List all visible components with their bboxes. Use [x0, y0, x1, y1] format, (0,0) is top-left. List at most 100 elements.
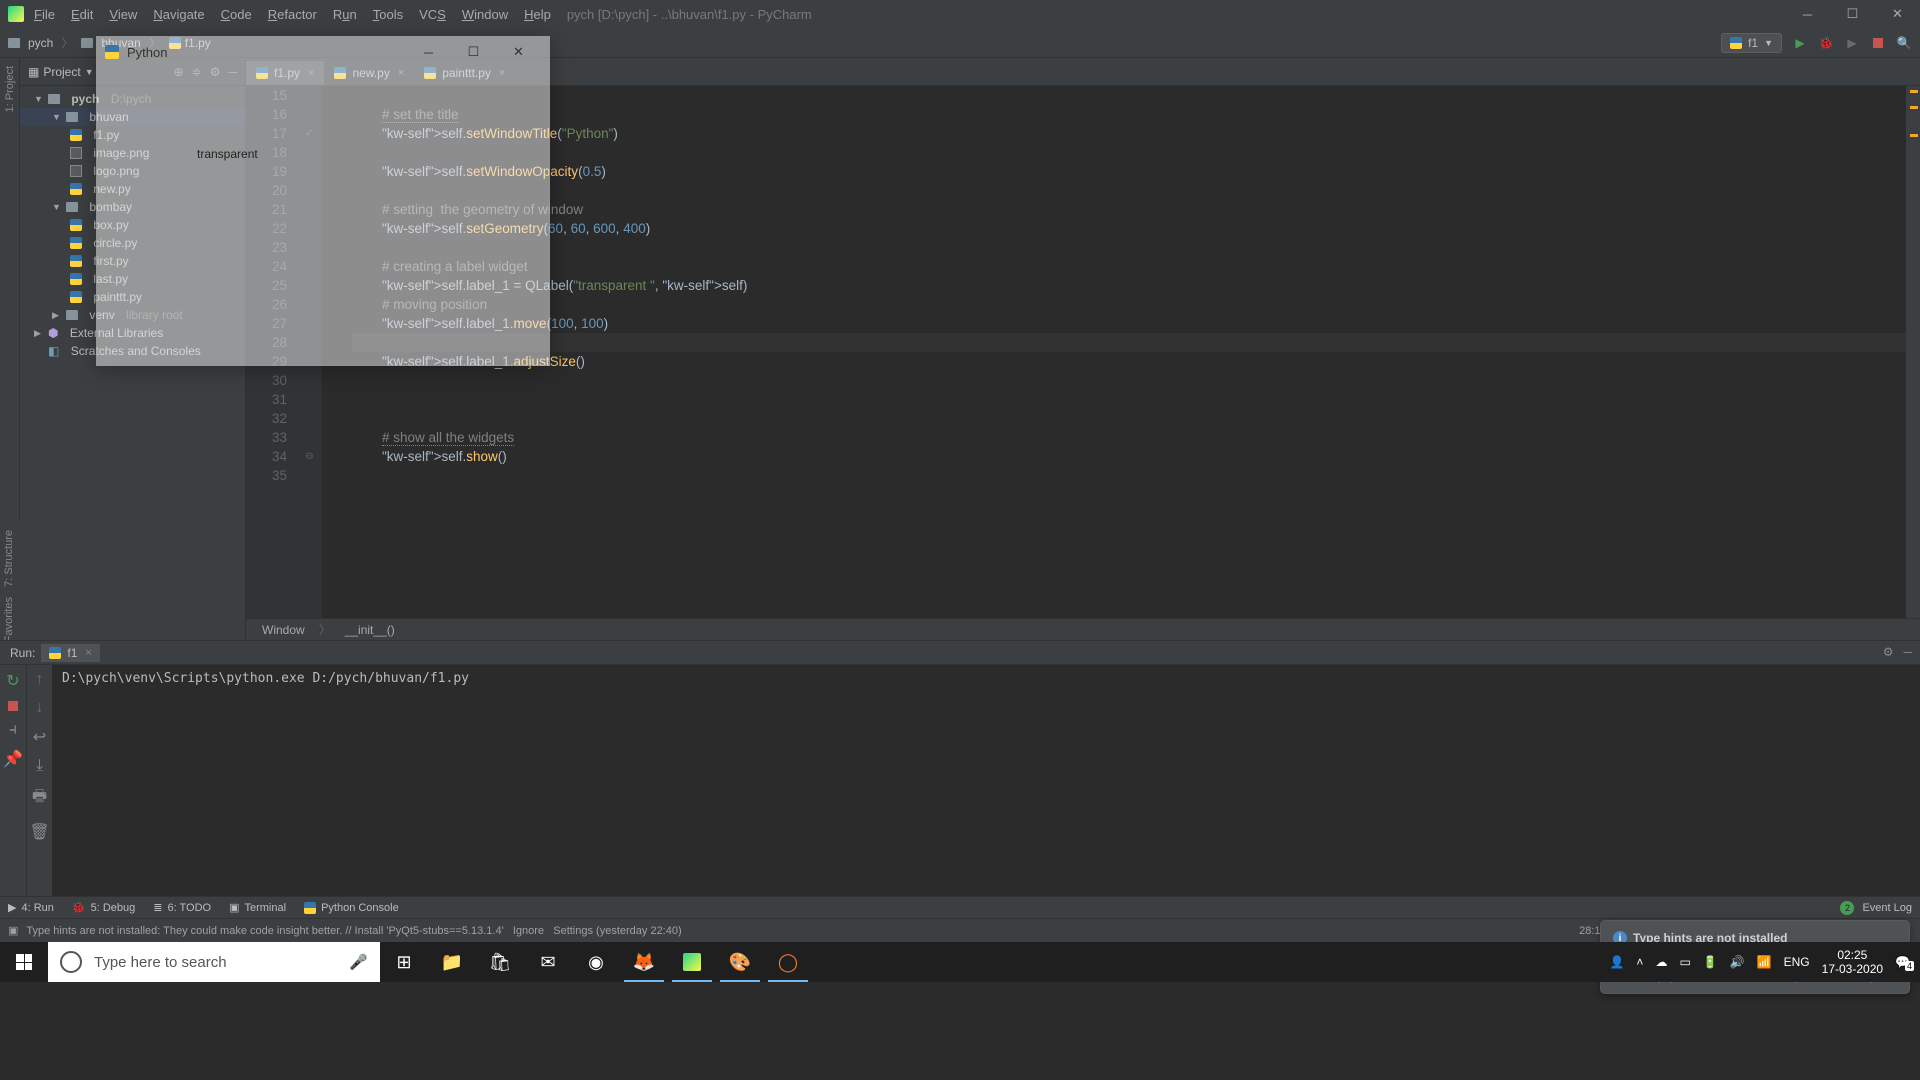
pyqt-minimize-button[interactable]: ─ [406, 38, 451, 66]
tray-chevron-icon[interactable]: ˄ [1636, 955, 1643, 969]
jupyter-icon[interactable]: ◯ [764, 942, 812, 982]
python-file-icon [49, 647, 61, 659]
ms-store-icon[interactable]: 🛍 [476, 942, 524, 982]
firefox-icon[interactable]: 🦊 [620, 942, 668, 982]
volume-icon[interactable]: 🔊 [1730, 955, 1745, 969]
predator-icon[interactable]: ◉ [572, 942, 620, 982]
run-panel: Run: f1 × ⚙ ─ ↻ ⫞ 📌 ↑ ↓ ↩ ⤓ 🖶 🗑 D:\pych\… [0, 640, 1920, 896]
tool-event-log[interactable]: Event Log [1862, 902, 1912, 914]
up-button[interactable]: ↑ [36, 671, 44, 689]
menu-navigate[interactable]: Navigate [153, 7, 204, 22]
pyqt-output-window[interactable]: Python ─ ☐ ✕ transparent [96, 36, 550, 366]
paint-icon[interactable]: 🎨 [716, 942, 764, 982]
taskbar-search[interactable]: Type here to search 🎤 [48, 942, 380, 982]
scroll-end-button[interactable]: ⤓ [36, 757, 43, 775]
mail-icon[interactable]: ✉ [524, 942, 572, 982]
hide-panel-icon[interactable]: ─ [1903, 645, 1912, 659]
menu-tools[interactable]: Tools [373, 7, 403, 22]
chevron-down-icon[interactable]: ▼ [85, 67, 94, 77]
run-config-selector[interactable]: f1 ▼ [1721, 33, 1782, 53]
soft-wrap-button[interactable]: ↩ [33, 727, 46, 747]
pycharm-taskbar-icon[interactable] [668, 942, 716, 982]
run-output[interactable]: D:\pych\venv\Scripts\python.exe D:/pych/… [52, 665, 1920, 896]
menu-view[interactable]: View [109, 7, 137, 22]
pyqt-maximize-button[interactable]: ☐ [451, 38, 496, 66]
event-log-badge: 2 [1840, 901, 1854, 915]
run-toolbar-2: ↑ ↓ ↩ ⤓ 🖶 🗑 [26, 665, 52, 896]
chevron-right-icon: 〉 [61, 34, 73, 51]
crumb-method[interactable]: __init__() [345, 623, 395, 637]
onedrive-icon[interactable]: ☁ [1655, 955, 1667, 969]
close-button[interactable]: ✕ [1875, 0, 1920, 28]
status-quick-access-icon[interactable]: ▣ [8, 924, 18, 937]
taskbar-clock[interactable]: 02:25 17-03-2020 [1822, 948, 1883, 976]
mic-icon[interactable]: 🎤 [349, 953, 368, 971]
menu-vcs[interactable]: VCS [419, 7, 446, 22]
start-button[interactable] [0, 942, 48, 982]
project-panel-title[interactable]: Project [43, 65, 80, 79]
code-content[interactable]: # set the title "kw-self">self.setWindow… [322, 86, 1920, 618]
project-tool-tab[interactable]: 1: Project [4, 66, 16, 112]
rerun-button[interactable]: ↻ [6, 671, 19, 691]
stop-button[interactable] [1870, 35, 1886, 51]
pyqt-close-button[interactable]: ✕ [496, 38, 541, 66]
meet-now-icon[interactable]: ▭ [1679, 955, 1690, 969]
menu-edit[interactable]: Edit [71, 7, 93, 22]
wifi-icon[interactable]: 📶 [1757, 955, 1772, 969]
print-button[interactable]: 🖶 [32, 785, 47, 812]
settings-gear-icon[interactable]: ⚙ [1883, 645, 1894, 659]
pyqt-label: transparent [197, 147, 258, 161]
menu-run[interactable]: Run [333, 7, 357, 22]
tool-terminal[interactable]: ▣Terminal [229, 901, 286, 914]
trash-button[interactable]: 🗑 [29, 822, 49, 842]
menu-file[interactable]: File [34, 7, 55, 22]
people-icon[interactable]: 👤 [1609, 955, 1624, 969]
title-bar: File Edit View Navigate Code Refactor Ru… [0, 0, 1920, 28]
pin-button[interactable]: 📌 [3, 749, 23, 769]
down-button[interactable]: ↓ [36, 699, 44, 717]
pyqt-titlebar[interactable]: Python ─ ☐ ✕ [97, 37, 549, 67]
crumb-class[interactable]: Window [262, 623, 305, 637]
language-indicator[interactable]: ENG [1784, 955, 1810, 969]
menu-window[interactable]: Window [462, 7, 508, 22]
file-explorer-icon[interactable]: 📁 [428, 942, 476, 982]
menu-help[interactable]: Help [524, 7, 551, 22]
run-coverage-button[interactable]: ▶ [1844, 35, 1860, 51]
run-button[interactable]: ▶ [1792, 35, 1808, 51]
minimize-button[interactable]: ─ [1785, 0, 1830, 28]
search-everywhere-button[interactable]: 🔍 [1896, 35, 1912, 51]
breadcrumb-pych[interactable]: pych [28, 36, 53, 50]
tool-todo[interactable]: ≣6: TODO [153, 901, 211, 914]
tool-python-console[interactable]: Python Console [304, 902, 399, 914]
menu-refactor[interactable]: Refactor [268, 7, 317, 22]
stop-button[interactable] [8, 701, 18, 711]
editor-breadcrumb: Window 〉 __init__() [246, 618, 1920, 640]
close-tab-icon[interactable]: × [85, 647, 91, 659]
run-tab[interactable]: f1 × [41, 644, 99, 662]
search-placeholder: Type here to search [94, 954, 227, 971]
cortana-icon [60, 951, 82, 973]
debug-button[interactable]: 🐞 [1818, 35, 1834, 51]
layout-button[interactable]: ⫞ [9, 721, 17, 739]
run-toolbar: ↻ ⫞ 📌 [0, 665, 26, 896]
maximize-button[interactable]: ☐ [1830, 0, 1875, 28]
action-center-icon[interactable]: 💬4 [1895, 955, 1910, 969]
battery-icon[interactable]: 🔋 [1703, 955, 1718, 969]
task-view-button[interactable]: ⊞ [380, 942, 428, 982]
run-config-name: f1 [1748, 36, 1758, 50]
status-message: Type hints are not installed: They could… [26, 925, 681, 937]
structure-tool-tab[interactable]: 7: Structure [3, 530, 15, 587]
menu-code[interactable]: Code [221, 7, 252, 22]
system-tray: 👤 ˄ ☁ ▭ 🔋 🔊 📶 ENG 02:25 17-03-2020 💬4 [1599, 948, 1920, 976]
pycharm-logo-icon [8, 6, 24, 22]
chevron-right-icon: 〉 [319, 621, 331, 638]
tool-run[interactable]: ▶4: Run [8, 901, 54, 914]
bottom-tool-bar: ▶4: Run 🐞5: Debug ≣6: TODO ▣Terminal Pyt… [0, 896, 1920, 918]
tool-debug[interactable]: 🐞5: Debug [72, 901, 135, 914]
main-menu: File Edit View Navigate Code Refactor Ru… [34, 7, 551, 22]
python-file-icon [1730, 37, 1742, 49]
chevron-down-icon: ▼ [1764, 38, 1773, 48]
error-stripe[interactable] [1906, 86, 1920, 618]
folder-icon [8, 38, 20, 48]
status-position[interactable]: 28:1 [1579, 925, 1600, 937]
